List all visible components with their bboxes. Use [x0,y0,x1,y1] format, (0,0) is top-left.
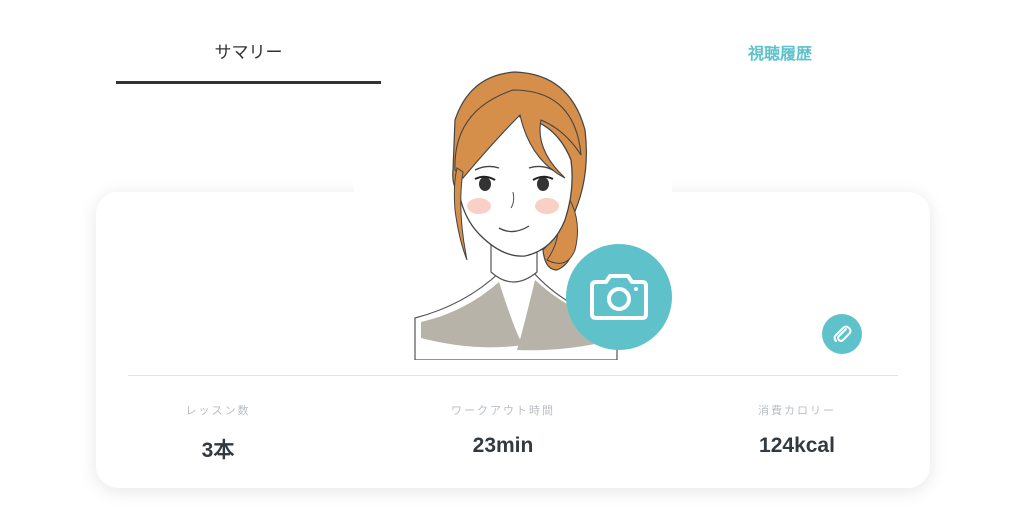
stat-lessons: レッスン数 3本 [98,402,338,464]
edit-profile-button[interactable] [822,314,862,354]
stat-workout-value: 23min [472,434,534,457]
stat-calories: 消費カロリー 124kcal [677,402,917,458]
stats-divider [128,375,898,376]
paperclip-icon [833,325,852,342]
stat-calories-label: 消費カロリー [758,404,836,417]
tab-history-label: 視聴履歴 [747,44,812,63]
tab-active-underline [116,81,381,84]
tab-history[interactable]: 視聴履歴 [680,40,880,86]
stat-calories-value: 124kcal [759,434,835,457]
camera-icon [590,274,648,320]
stat-lessons-value: 3本 [201,439,235,462]
tab-summary[interactable]: サマリー [116,38,381,84]
stat-lessons-label: レッスン数 [185,404,251,417]
profile-page: サマリー 視聴履歴 レッスン数 3本 ワークアウト時間 23min 消費カロリー… [0,0,1024,523]
stat-workout-time: ワークアウト時間 23min [383,402,623,458]
stat-workout-label: ワークアウト時間 [451,404,555,417]
change-photo-button[interactable] [566,244,672,350]
tab-summary-label: サマリー [214,43,283,63]
